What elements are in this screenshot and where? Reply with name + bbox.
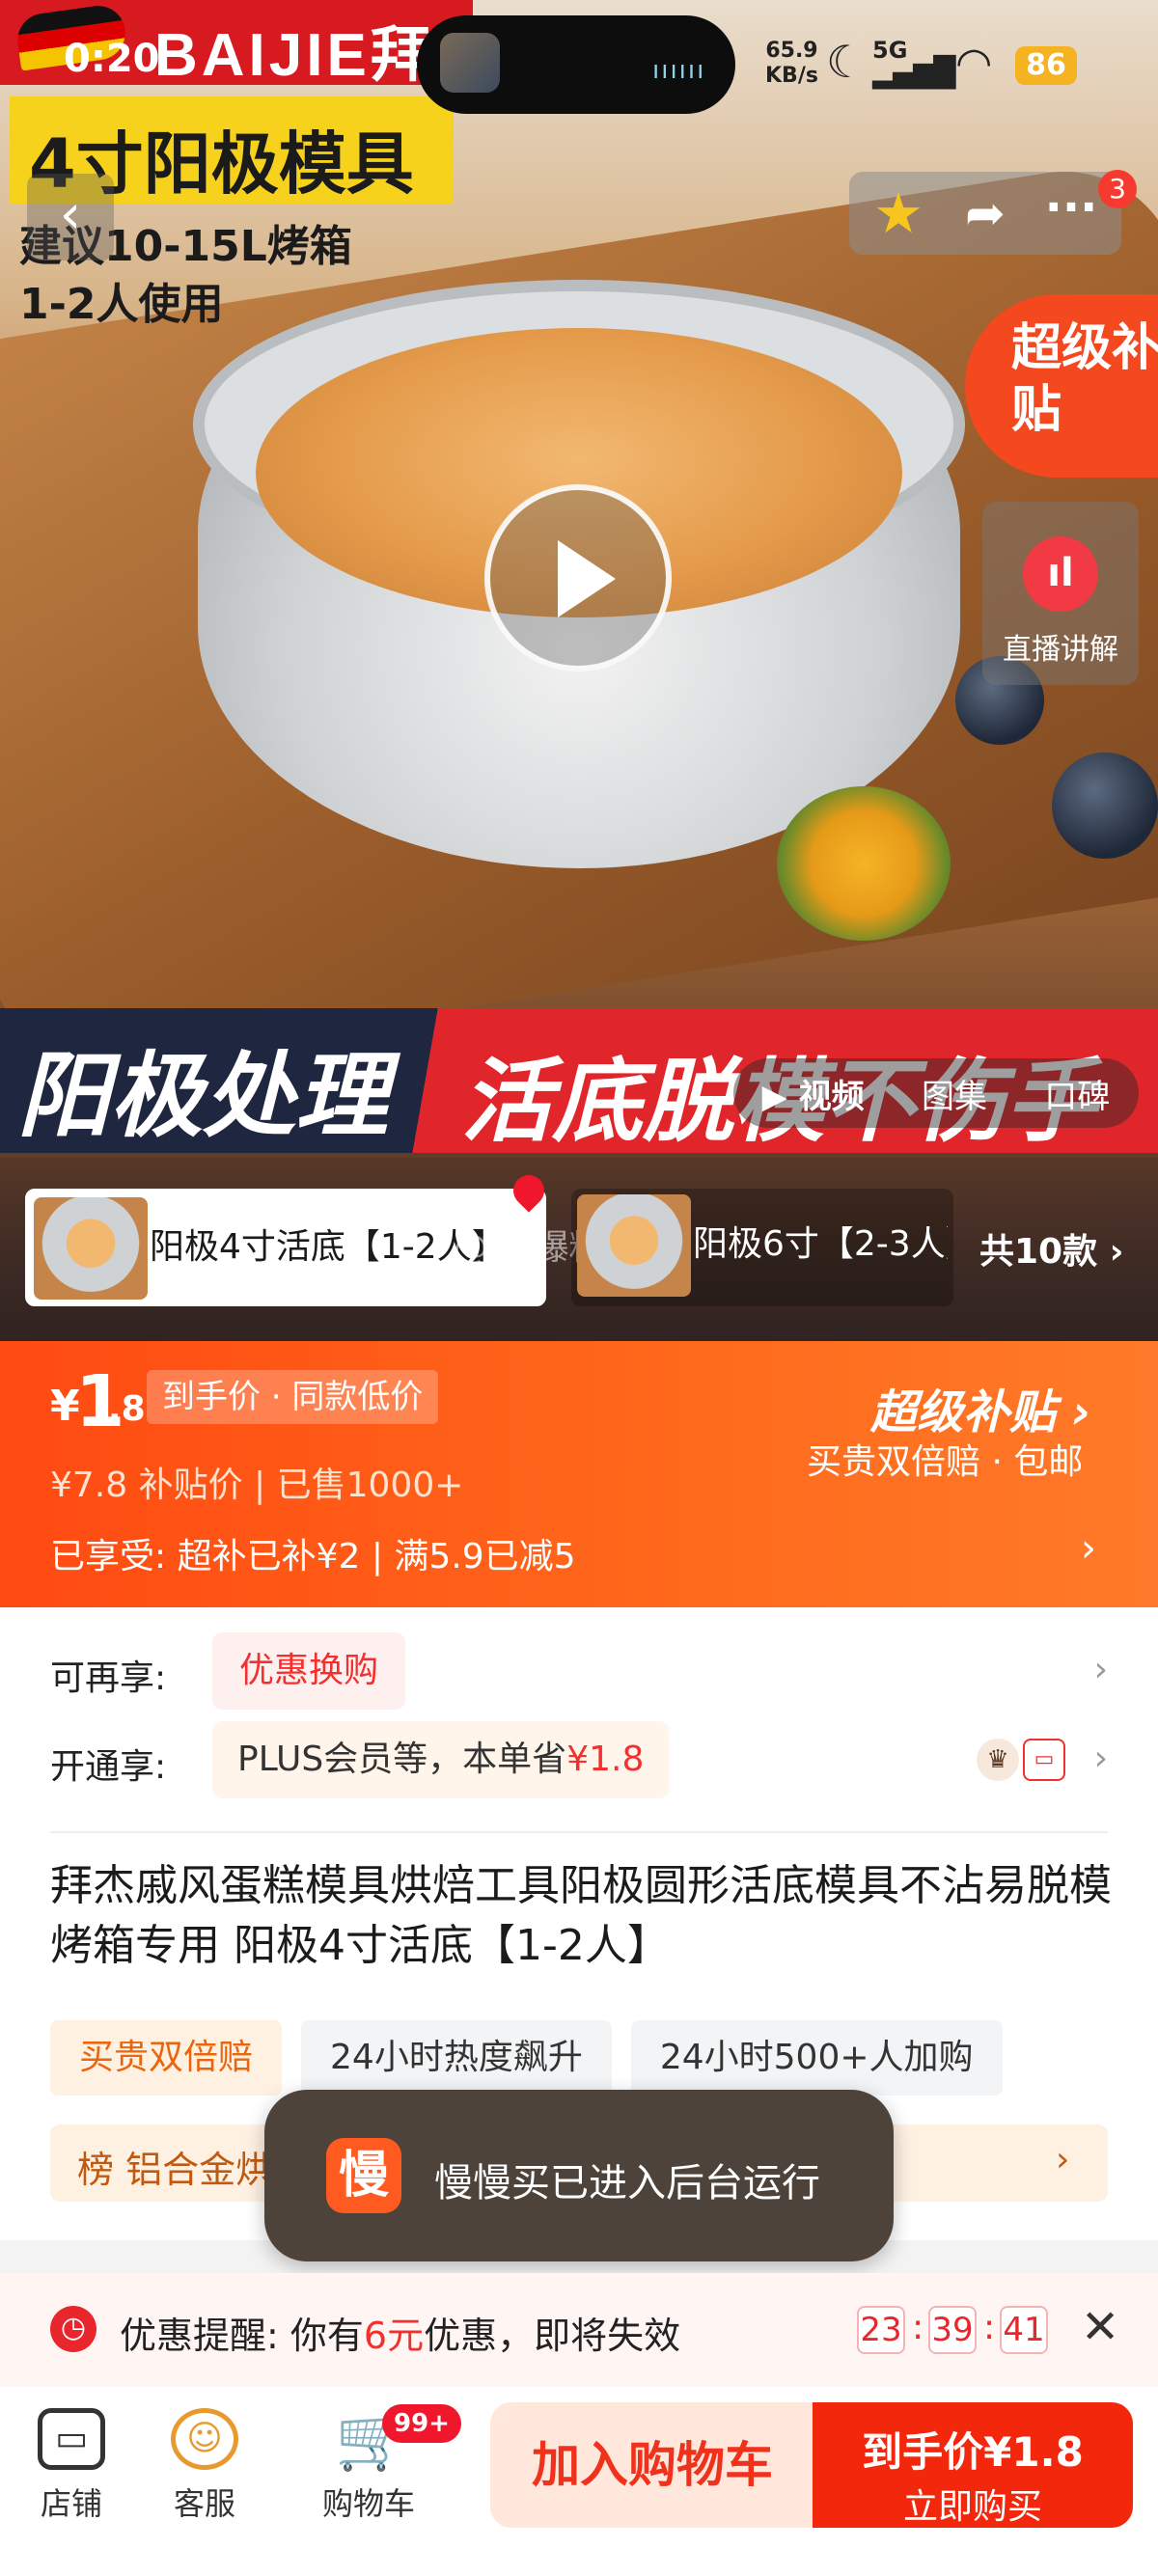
offer-row-plus[interactable]: 开通享: PLUS会员等，本单省¥1.8 ♛ ▭ › <box>50 1721 1108 1798</box>
super-subsidy-link[interactable]: 超级补贴 › <box>870 1374 1091 1441</box>
tag-hot[interactable]: 24小时热度飙升 <box>301 2020 612 2096</box>
chevron-right-icon[interactable]: › <box>1056 2140 1069 2179</box>
status-time: 0:20 <box>64 37 160 81</box>
product-title: 拜杰戚风蛋糕模具烘焙工具阳极圆形活底模具不沾易脱模烤箱专用 阳极4寸活底【1-2… <box>50 1861 1112 1970</box>
cart-label: 购物车 <box>321 2485 415 2522</box>
service-label: 客服 <box>173 2485 235 2522</box>
super-subsidy-badge[interactable]: 超级补贴 <box>965 294 1158 478</box>
live-explain-label: 直播讲解 <box>1003 633 1118 667</box>
buy-now-label: 立即购买 <box>902 2487 1042 2527</box>
chevron-right-icon[interactable]: › <box>1094 1739 1108 1778</box>
reminder-text: 优惠提醒: 你有6元优惠，即将失效 <box>120 2306 680 2359</box>
sku-thumbnail <box>34 1197 148 1300</box>
plus-saving-value: ¥1.8 <box>566 1740 645 1779</box>
sku-label: 阳极6寸【2-3人】 <box>693 1224 948 1264</box>
divider <box>50 1831 1108 1833</box>
chevron-right-icon[interactable]: › <box>1081 1526 1096 1571</box>
moon-icon: ☾ <box>826 36 867 88</box>
shop-icon: ▭ <box>38 2408 105 2470</box>
countdown-separator: : <box>912 2308 924 2347</box>
add-to-cart-button[interactable]: 加入购物车 <box>490 2402 814 2528</box>
kumquat-graphic <box>777 786 951 941</box>
sku-thumbnail <box>577 1194 691 1297</box>
tag-add-cart-count[interactable]: 24小时500+人加购 <box>630 2020 1003 2096</box>
play-icon <box>558 540 616 617</box>
sku-count-link[interactable]: 共10款 › <box>979 1223 1123 1274</box>
exchange-chip[interactable]: 优惠换购 <box>212 1632 406 1710</box>
shop-label: 店铺 <box>40 2485 102 2522</box>
buy-price-label: 到手价¥1.8 <box>862 2428 1084 2476</box>
offer-label: 可再享: <box>50 1658 167 1698</box>
network-speed: 65.9 KB/s <box>765 39 818 89</box>
countdown-minutes: 39 <box>928 2306 977 2354</box>
product-tags: 买贵双倍赔 24小时热度飙升 24小时500+人加购 <box>50 2020 1003 2096</box>
media-tabs: ▶ 视频 图集 口碑 <box>733 1058 1139 1128</box>
price-subsidy-sold: ¥7.8 补贴价 | 已售1000+ <box>50 1466 464 1505</box>
price-decimal: .8 <box>108 1389 146 1429</box>
share-icon[interactable]: ➦ <box>955 183 1015 243</box>
plus-member-chip[interactable]: PLUS会员等，本单省¥1.8 <box>212 1721 670 1798</box>
net-speed-value: 65.9 <box>765 39 818 63</box>
signal-icon: ▂▄▆█ <box>872 56 955 90</box>
wifi-icon: ◠ <box>955 39 993 88</box>
blueberry-graphic <box>1052 753 1158 859</box>
product-detail-page: BAIJIE拜杰 4寸阳极模具 建议10-15L烤箱 1-2人使用 阳极处理 活… <box>0 0 1158 2576</box>
live-icon: ıl <box>1023 536 1098 612</box>
manmanbuy-app-icon: 慢 <box>326 2138 401 2213</box>
tab-reviews[interactable]: 口碑 <box>1044 1070 1110 1117</box>
buy-now-button[interactable]: 到手价¥1.8 立即购买 <box>813 2402 1133 2528</box>
discount-applied[interactable]: 已享受: 超补已补¥2 | 满5.9已减5 <box>50 1528 576 1578</box>
crown-icon: ♛ <box>977 1739 1019 1781</box>
countdown-separator: : <box>983 2308 996 2347</box>
suggest-line-2: 1-2人使用 <box>19 280 224 329</box>
tab-gallery[interactable]: 图集 <box>922 1070 987 1117</box>
battery-indicator: 86 <box>1015 46 1077 85</box>
feature-banner-left: 阳极处理 <box>17 1042 388 1150</box>
shop-button[interactable]: ▭ 店铺 <box>14 2408 129 2524</box>
red-packet-icon: ▭ <box>1023 1739 1065 1781</box>
price-tag: 到手价 · 同款低价 <box>147 1370 439 1424</box>
now-playing-avatar <box>440 33 500 93</box>
reminder-prefix: 优惠提醒: 你有 <box>120 2315 364 2357</box>
cart-count-badge: 99+ <box>382 2404 461 2443</box>
net-speed-unit: KB/s <box>765 64 818 88</box>
clock-icon: ◷ <box>50 2306 96 2352</box>
favorite-star-icon[interactable]: ★ <box>868 183 928 243</box>
countdown-seconds: 41 <box>1000 2306 1048 2354</box>
reminder-suffix: 优惠，即将失效 <box>424 2315 681 2357</box>
customer-service-icon: ☺ <box>171 2408 238 2470</box>
service-button[interactable]: ☺ 客服 <box>147 2408 262 2524</box>
chevron-right-icon[interactable]: › <box>1094 1650 1108 1689</box>
close-icon[interactable]: ✕ <box>1081 2300 1119 2354</box>
offer-label: 开通享: <box>50 1747 167 1787</box>
reminder-amount: 6元 <box>363 2315 425 2357</box>
sku-option[interactable]: 阳极6寸【2-3人】 <box>571 1189 953 1306</box>
toast-text: 慢慢买已进入后台运行 <box>434 2161 820 2206</box>
back-button[interactable]: ‹ <box>27 174 114 260</box>
more-icon[interactable]: ··· <box>1037 183 1105 243</box>
offer-row-exchange[interactable]: 可再享: 优惠换购 › <box>50 1632 1108 1710</box>
tag-price-guarantee[interactable]: 买贵双倍赔 <box>50 2020 283 2096</box>
tab-video[interactable]: ▶ 视频 <box>762 1070 865 1117</box>
audio-wave-icon: ıııııı <box>652 56 706 85</box>
message-badge: 3 <box>1098 170 1137 208</box>
plus-member-text: PLUS会员等，本单省 <box>237 1740 567 1779</box>
super-subsidy-desc: 买贵双倍赔 · 包邮 <box>807 1442 1084 1482</box>
countdown-hours: 23 <box>857 2306 905 2354</box>
